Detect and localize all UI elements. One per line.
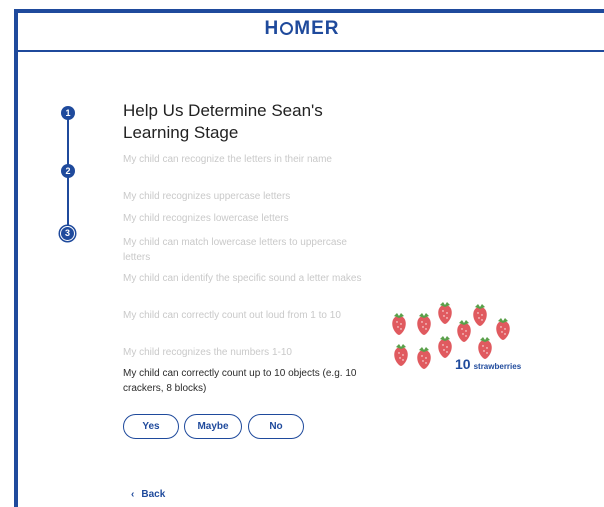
count-number: 10 [455,356,471,372]
step-3-current: 3 [60,226,75,241]
strawberry-count: 10 strawberries [455,356,521,374]
question-item: My child can match lowercase letters to … [123,237,347,263]
logo-text-start: H [264,18,280,39]
yes-button[interactable]: Yes [123,414,179,439]
count-word: strawberries [473,362,522,371]
strawberry-icon [417,347,431,369]
frame-border-top [14,9,604,13]
strawberry-icon [417,313,431,335]
question-item: My child can recognize the letters in th… [123,154,332,165]
strawberry-icon [473,304,487,326]
strawberry-icon [438,302,452,324]
question-item: My child recognizes the numbers 1-10 [123,347,292,358]
maybe-button[interactable]: Maybe [184,414,242,439]
homer-logo[interactable]: H MER [0,18,604,40]
strawberry-icon [496,318,510,340]
no-button[interactable]: No [248,414,304,439]
strawberry-icon [457,320,471,342]
page-title: Help Us Determine Sean's Learning Stage [123,101,323,142]
strawberry-icon [392,313,406,335]
current-question: My child can correctly count up to 10 ob… [123,368,357,394]
question-item: My child can identify the specific sound… [123,273,362,284]
header-divider [18,50,604,52]
frame-border-left [14,9,18,507]
logo-text-end: MER [294,18,340,39]
strawberry-icon [438,336,452,358]
back-link[interactable]: ‹ Back [131,489,165,500]
step-1: 1 [61,106,75,120]
chevron-left-icon: ‹ [131,489,135,500]
logo-o-icon [280,22,294,35]
question-item: My child can correctly count out loud fr… [123,310,341,321]
app-frame: H MER 1 2 3 Help Us Determine Sean's Lear… [0,0,604,507]
back-label: Back [141,489,166,500]
step-2: 2 [61,164,75,178]
question-item: My child recognizes uppercase letters [123,191,291,202]
question-item: My child recognizes lowercase letters [123,213,289,224]
strawberry-icon [394,344,408,366]
